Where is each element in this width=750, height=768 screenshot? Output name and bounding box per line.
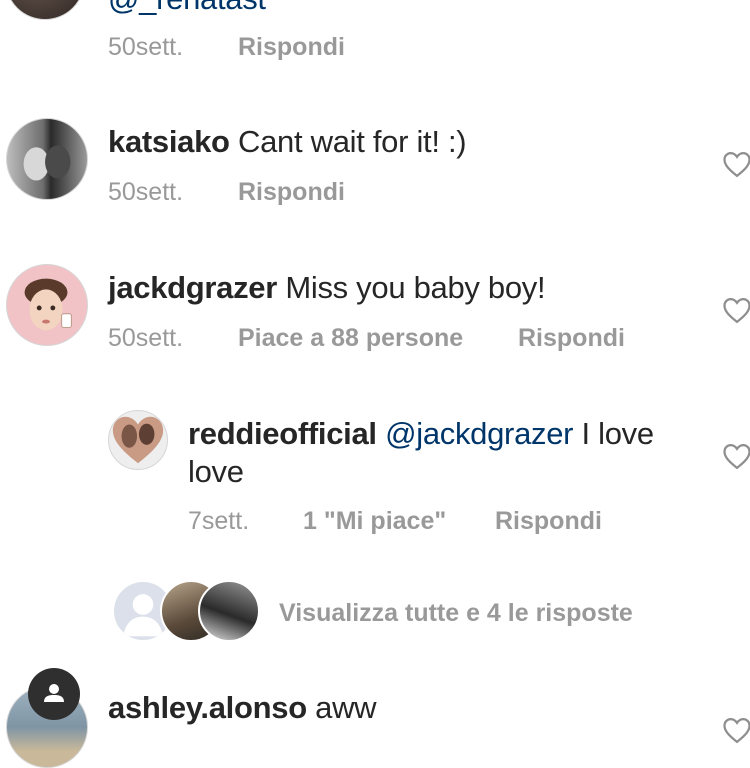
- reply-username[interactable]: reddieofficial: [188, 416, 377, 451]
- reply-body-line2: love: [188, 454, 244, 489]
- heart-icon[interactable]: [722, 442, 750, 470]
- comment-body: Cant wait for it! :): [238, 124, 467, 159]
- view-replies-link[interactable]: Visualizza tutte e 4 le risposte: [279, 598, 633, 628]
- comment-username[interactable]: @_renatast: [108, 0, 266, 18]
- heart-icon[interactable]: [722, 150, 750, 178]
- reply-text: reddieofficial @jackdgrazer I love: [188, 415, 654, 453]
- avatar-image: [112, 416, 164, 464]
- reply-button[interactable]: Rispondi: [518, 323, 625, 353]
- mention-link[interactable]: @_renatast: [108, 0, 266, 16]
- comment-text: jackdgrazer Miss you baby boy!: [108, 269, 546, 307]
- avatar-katsiako[interactable]: [6, 118, 88, 200]
- comment-body: aww: [315, 690, 377, 725]
- comment-time: 50sett.: [108, 324, 184, 352]
- heart-icon[interactable]: [722, 296, 750, 324]
- comment-body: Miss you baby boy!: [285, 270, 546, 305]
- avatar-jackdgrazer[interactable]: [6, 264, 88, 346]
- comment-meta: 50sett.: [108, 32, 183, 62]
- comment-text: ashley.alonso aww: [108, 689, 377, 727]
- comment-username[interactable]: ashley.alonso: [108, 690, 307, 725]
- comment-username[interactable]: jackdgrazer: [108, 270, 277, 305]
- person-icon: [44, 684, 64, 702]
- reply-button[interactable]: Rispondi: [495, 506, 602, 536]
- avatar-image: [24, 278, 72, 331]
- avatar-renatast[interactable]: [5, 0, 85, 20]
- reply-body-line1: I love: [581, 416, 655, 451]
- comment-time: 50sett.: [108, 33, 184, 61]
- reply-button[interactable]: Rispondi: [238, 177, 345, 207]
- reply-likes-count[interactable]: 1 "Mi piace": [303, 506, 446, 536]
- mention-link[interactable]: @jackdgrazer: [385, 416, 573, 451]
- reply-button[interactable]: Rispondi: [238, 32, 345, 62]
- avatar-reddieofficial[interactable]: [108, 410, 168, 470]
- avatar-image: [23, 145, 71, 181]
- comment-text: katsiako Cant wait for it! :): [108, 123, 467, 161]
- replier-avatar: [198, 580, 260, 642]
- heart-icon[interactable]: [722, 716, 750, 744]
- account-switch-button[interactable]: [28, 668, 80, 720]
- reply-time: 7sett.: [188, 507, 250, 535]
- comment-username[interactable]: katsiako: [108, 124, 230, 159]
- likes-count[interactable]: Piace a 88 persone: [238, 323, 463, 353]
- comment-time: 50sett.: [108, 178, 184, 206]
